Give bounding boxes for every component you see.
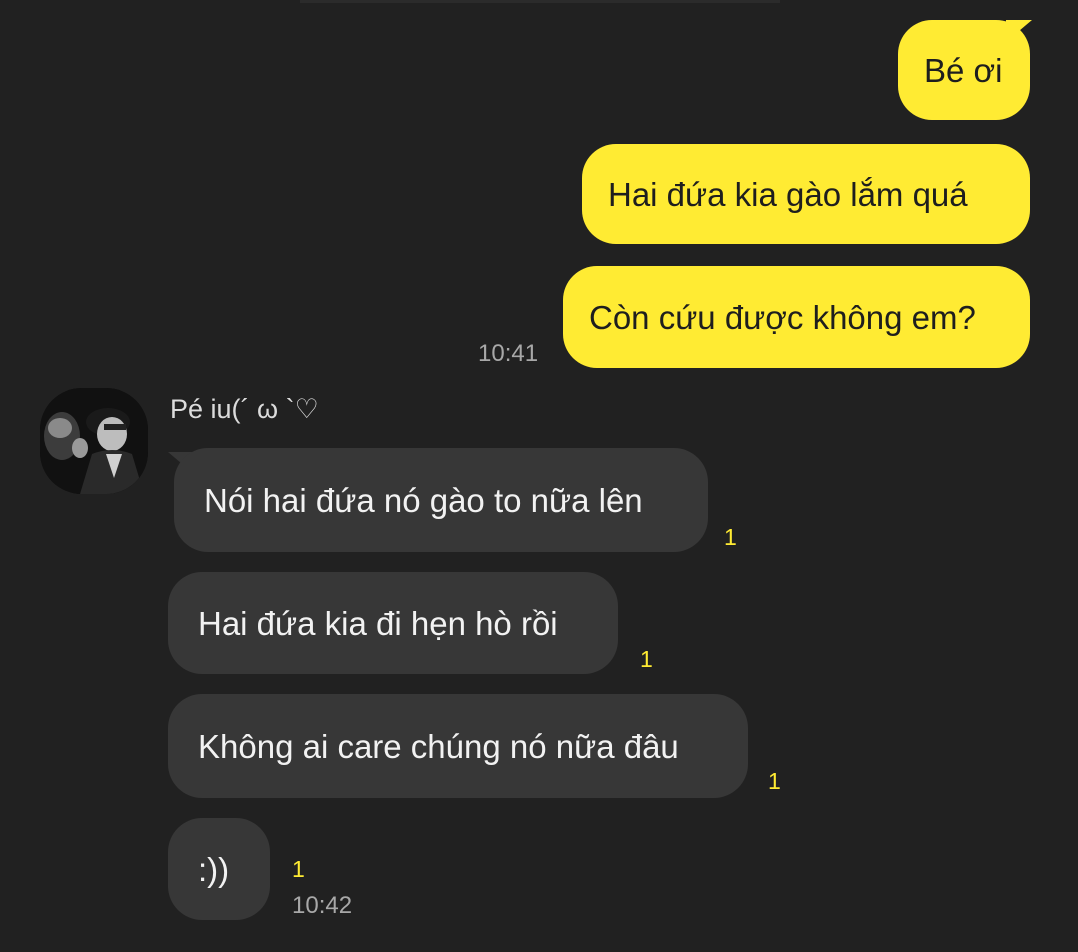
incoming-message[interactable]: Nói hai đứa nó gào to nữa lên [174,448,708,552]
message-text: Bé ơi [924,51,1003,89]
unread-count: 1 [724,524,737,550]
previous-content-edge [300,0,780,3]
message-text: Hai đứa kia đi hẹn hò rồi [198,604,558,642]
message-text: Còn cứu được không em? [589,298,976,336]
unread-count: 1 [640,646,653,672]
message-text: Hai đứa kia gào lắm quá [608,175,968,213]
profile-photo-icon [40,388,148,494]
avatar[interactable] [40,388,148,494]
incoming-message[interactable]: Không ai care chúng nó nữa đâu [168,694,748,798]
outgoing-message[interactable]: Bé ơi [898,20,1030,120]
message-text: Không ai care chúng nó nữa đâu [198,727,679,765]
message-text: Nói hai đứa nó gào to nữa lên [204,481,643,519]
incoming-message[interactable]: Hai đứa kia đi hẹn hò rồi [168,572,618,674]
sender-name[interactable]: Pé iu(´ ω `♡ [170,394,319,425]
message-timestamp: 10:41 [478,340,539,367]
incoming-message[interactable]: :)) [168,818,270,920]
outgoing-message[interactable]: Còn cứu được không em? [563,266,1030,368]
outgoing-message[interactable]: Hai đứa kia gào lắm quá [582,144,1030,244]
unread-count: 1 [292,856,305,882]
unread-count: 1 [768,768,781,794]
chat-thread[interactable]: Bé ơi Hai đứa kia gào lắm quá Còn cứu đư… [0,0,1078,952]
message-text: :)) [198,850,230,888]
message-timestamp: 10:42 [292,892,353,919]
